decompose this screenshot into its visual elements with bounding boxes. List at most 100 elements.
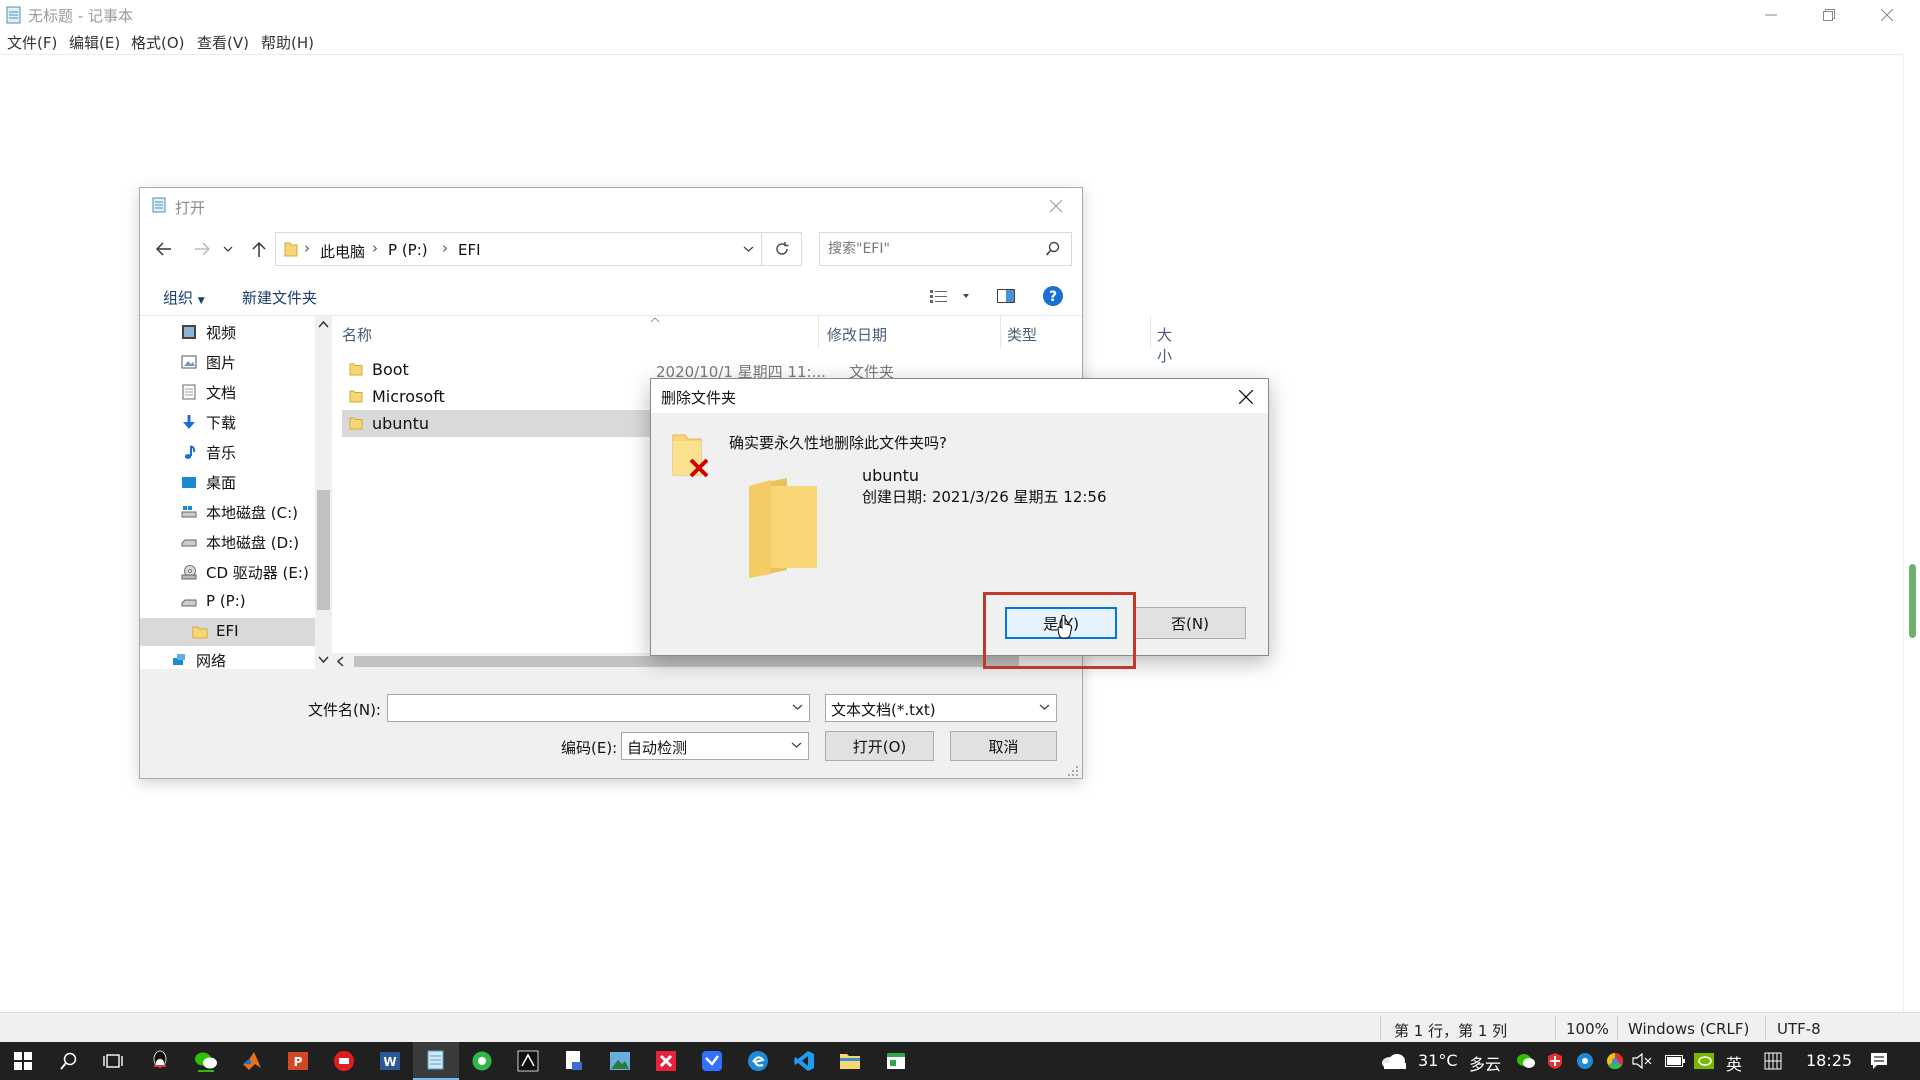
address-dropdown-button[interactable]	[735, 233, 761, 265]
refresh-button[interactable]	[762, 232, 802, 266]
nav-item-downloads[interactable]: 下载	[140, 408, 315, 436]
nav-item-drive-c[interactable]: 本地磁盘 (C:)	[140, 498, 315, 526]
new-folder-button[interactable]: 新建文件夹	[242, 287, 317, 308]
forward-button[interactable]	[189, 235, 215, 263]
breadcrumb-this-pc[interactable]: 此电脑	[320, 241, 365, 262]
close-window-button[interactable]	[1858, 0, 1916, 30]
wechat-tray-icon[interactable]	[1516, 1052, 1536, 1070]
open-button[interactable]: 打开(O)	[825, 731, 934, 761]
taskbar-app-powerpoint[interactable]: P	[275, 1042, 321, 1080]
chevron-up-icon	[318, 321, 329, 328]
resize-grip-icon[interactable]	[1068, 766, 1078, 776]
chrome-tray-icon[interactable]	[1606, 1052, 1624, 1070]
nvidia-tray-icon[interactable]	[1694, 1053, 1714, 1069]
security-tray-icon[interactable]	[1546, 1052, 1564, 1070]
back-button[interactable]	[151, 235, 177, 263]
taskbar-app-feishu[interactable]	[689, 1042, 735, 1080]
column-header-size[interactable]: 大小	[1157, 324, 1172, 366]
menu-view[interactable]: 查看(V)	[197, 32, 249, 53]
nav-item-desktop[interactable]: 桌面	[140, 468, 315, 496]
organize-menu[interactable]: 组织 ▼	[163, 287, 205, 308]
up-button[interactable]	[246, 235, 272, 263]
cancel-button[interactable]: 取消	[950, 731, 1057, 761]
taskbar-app-xmind[interactable]	[643, 1042, 689, 1080]
taskbar-app-matlab[interactable]	[229, 1042, 275, 1080]
battery-icon[interactable]	[1665, 1054, 1685, 1068]
nav-item-drive-p[interactable]: P (P:)	[140, 588, 315, 616]
ime-language-indicator[interactable]: 英	[1726, 1051, 1742, 1075]
edge-tray-icon[interactable]	[1576, 1052, 1594, 1070]
change-view-button[interactable]	[930, 288, 972, 308]
taskbar-app-word[interactable]: W	[367, 1042, 413, 1080]
search-box[interactable]	[819, 232, 1072, 266]
breadcrumb-efi[interactable]: EFI	[458, 241, 481, 259]
taskbar-search-button[interactable]	[46, 1042, 92, 1080]
nav-item-label: 本地磁盘 (D:)	[206, 534, 300, 552]
menu-file[interactable]: 文件(F)	[7, 32, 57, 53]
taskbar-clock[interactable]: 18:25	[1806, 1051, 1852, 1070]
nav-item-pictures[interactable]: 图片	[140, 348, 315, 376]
breadcrumb-drive-p[interactable]: P (P:)	[388, 241, 428, 259]
weather-description[interactable]: 多云	[1469, 1051, 1501, 1075]
nav-item-music[interactable]: 音乐	[140, 438, 315, 466]
volume-muted-icon[interactable]	[1632, 1053, 1652, 1069]
details-view-icon	[930, 290, 969, 303]
search-input[interactable]	[828, 239, 1028, 259]
task-view-button[interactable]	[90, 1042, 136, 1080]
preview-pane-button[interactable]	[997, 288, 1015, 308]
edge-icon	[748, 1051, 768, 1071]
taskbar-app-vscode[interactable]	[781, 1042, 827, 1080]
menu-edit[interactable]: 编辑(E)	[69, 32, 120, 53]
filename-input[interactable]	[387, 694, 810, 722]
menu-format[interactable]: 格式(O)	[131, 32, 185, 53]
svg-text:P: P	[294, 1055, 303, 1069]
notification-center-icon[interactable]	[1870, 1052, 1888, 1070]
start-button[interactable]	[0, 1042, 46, 1080]
taskbar-app-acrobat[interactable]	[505, 1042, 551, 1080]
nav-item-drive-d[interactable]: 本地磁盘 (D:)	[140, 528, 315, 556]
notepad-titlebar: 无标题 - 记事本	[0, 0, 1920, 30]
scrollbar-thumb[interactable]	[317, 490, 330, 610]
taskbar-app-wechat[interactable]	[183, 1042, 229, 1080]
search-icon	[60, 1052, 77, 1070]
menu-help[interactable]: 帮助(H)	[261, 32, 314, 53]
nav-item-efi[interactable]: EFI	[140, 618, 315, 646]
documents-icon	[182, 384, 196, 400]
nav-item-cd-drive[interactable]: CD 驱动器 (E:)	[140, 558, 315, 586]
taskbar-app-qq[interactable]	[137, 1042, 183, 1080]
taskbar-app-edge[interactable]	[735, 1042, 781, 1080]
minimize-button[interactable]	[1742, 0, 1800, 30]
svg-text:?: ?	[1049, 289, 1057, 305]
column-header-date[interactable]: 修改日期	[827, 324, 887, 345]
notepad-vertical-scrollbar[interactable]	[1903, 54, 1920, 1012]
taskbar-app-window[interactable]	[873, 1042, 919, 1080]
scrollbar-thumb[interactable]	[1909, 564, 1916, 638]
open-dialog-toolbar: 组织 ▼ 新建文件夹 ?	[140, 276, 1082, 316]
nav-item-network[interactable]: 网络	[140, 646, 315, 674]
open-dialog-close-button[interactable]	[1038, 192, 1074, 220]
keyboard-layout-icon[interactable]	[1764, 1052, 1782, 1070]
folder-icon	[349, 417, 363, 430]
address-bar[interactable]: › 此电脑 › P (P:) › EFI	[275, 232, 762, 266]
taskbar-app-document-viewer[interactable]	[551, 1042, 597, 1080]
taskbar-app-file-explorer[interactable]	[827, 1042, 873, 1080]
help-button[interactable]: ?	[1042, 285, 1064, 311]
encoding-select[interactable]: 自动检测	[621, 732, 809, 760]
column-header-name[interactable]: 名称	[342, 324, 372, 345]
scrollbar-thumb[interactable]	[354, 656, 1019, 667]
nav-item-videos[interactable]: 视频	[140, 318, 315, 346]
taskbar-app-photo-viewer[interactable]	[597, 1042, 643, 1080]
taskbar-app-pdf-reader[interactable]	[321, 1042, 367, 1080]
navigation-scrollbar[interactable]	[315, 316, 332, 669]
filetype-select[interactable]: 文本文档(*.txt)	[825, 694, 1057, 722]
taskbar-app-notepad[interactable]	[413, 1042, 459, 1080]
weather-temperature[interactable]: 31°C	[1418, 1051, 1458, 1070]
restore-icon	[1823, 9, 1835, 21]
column-header-type[interactable]: 类型	[1007, 324, 1037, 345]
restore-button[interactable]	[1800, 0, 1858, 30]
nav-item-documents[interactable]: 文档	[140, 378, 315, 406]
no-button[interactable]: 否(N)	[1134, 607, 1246, 639]
recent-locations-button[interactable]	[220, 235, 236, 263]
delete-dialog-close-button[interactable]	[1231, 383, 1261, 411]
taskbar-app-browser[interactable]	[459, 1042, 505, 1080]
